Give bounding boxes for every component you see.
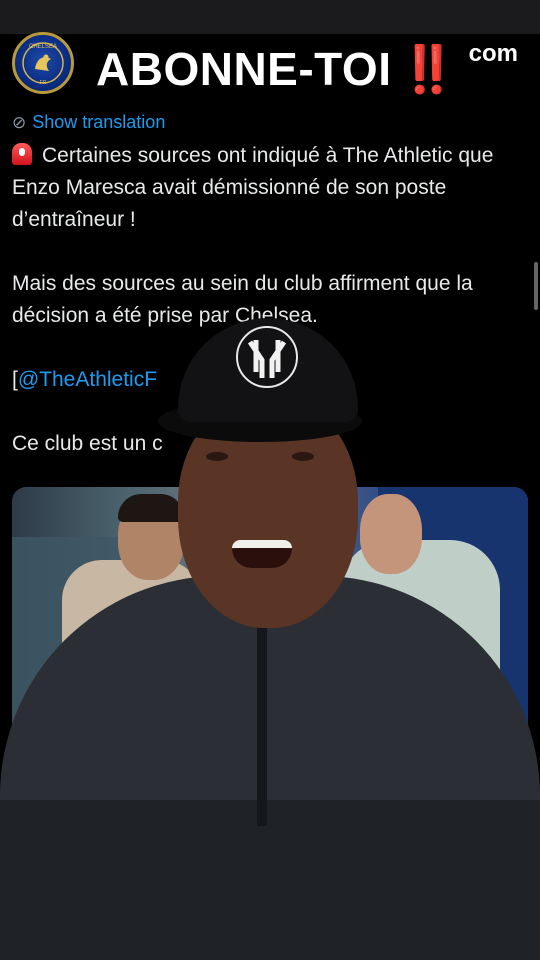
cap-logo-icon xyxy=(236,326,298,388)
mention-link[interactable]: @TheAthleticF xyxy=(18,368,157,391)
presenter-eye-left xyxy=(206,452,228,461)
presenter-zipper xyxy=(257,626,267,826)
avatar-text-top: CHELSEA xyxy=(29,44,57,50)
photo-person-left-hair xyxy=(118,494,184,522)
chelsea-crest-icon: CHELSEA FR xyxy=(22,42,64,86)
subscribe-headline: ABONNE-TOI ‼️ xyxy=(96,42,457,97)
chelsea-avatar[interactable]: CHELSEA FR xyxy=(12,32,74,94)
show-translation-link[interactable]: ⊘ Show translation xyxy=(12,112,165,133)
show-translation-label: Show translation xyxy=(32,112,166,132)
corner-handle-text: com xyxy=(468,40,518,67)
presenter-jacket-lower xyxy=(0,800,540,960)
tweet-line-1: Certaines sources ont indiqué à The Athl… xyxy=(12,144,494,231)
photo-person-right-head xyxy=(360,494,422,574)
tweet-paragraph-1: Certaines sources ont indiqué à The Athl… xyxy=(12,140,532,236)
translate-icon: ⊘ xyxy=(12,112,27,132)
scrollbar[interactable] xyxy=(534,262,538,310)
double-exclamation-icon: ‼️ xyxy=(399,43,458,95)
status-bar xyxy=(0,0,540,34)
siren-icon xyxy=(12,143,32,165)
presenter-mouth xyxy=(232,540,292,568)
avatar-text-bottom: FR xyxy=(40,80,47,86)
presenter-eye-right xyxy=(292,452,314,461)
headline-text: ABONNE-TOI xyxy=(96,43,392,95)
